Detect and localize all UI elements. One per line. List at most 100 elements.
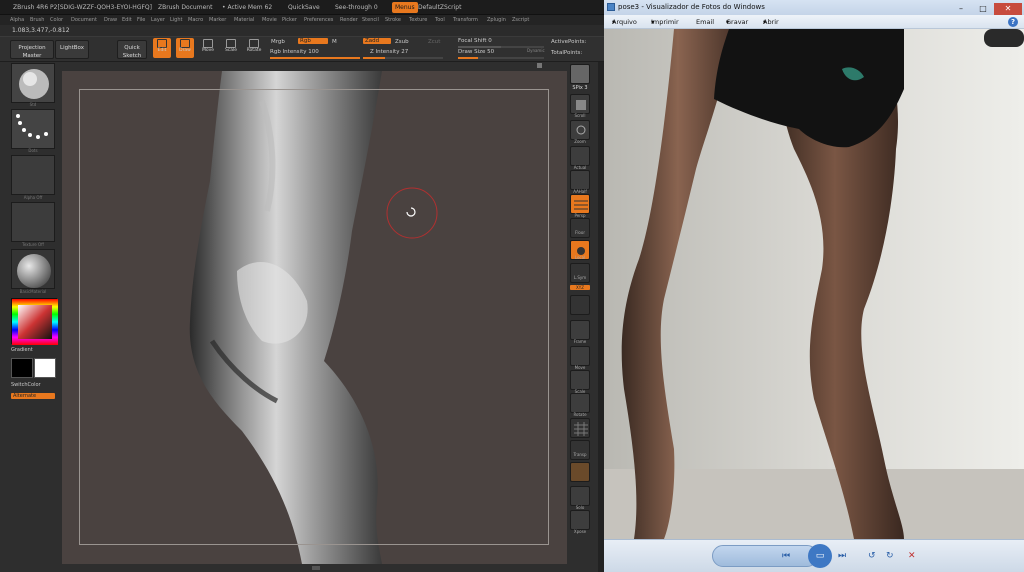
menu-marker[interactable]: Marker bbox=[209, 15, 226, 25]
solo-button[interactable] bbox=[570, 486, 590, 506]
zcut-toggle[interactable]: Zcut bbox=[428, 39, 440, 45]
menu-imprimir[interactable]: Imprimir ▾ bbox=[651, 15, 679, 29]
polyf-button[interactable] bbox=[570, 418, 590, 438]
menu-material[interactable]: Material bbox=[234, 15, 254, 25]
mrgb-toggle[interactable]: Mrgb bbox=[271, 39, 285, 45]
menus-button[interactable]: Menus bbox=[392, 2, 418, 13]
main-color-swatch[interactable] bbox=[11, 358, 33, 378]
canvas-bottom-handle[interactable] bbox=[312, 566, 320, 570]
secondary-color-swatch[interactable] bbox=[34, 358, 56, 378]
menu-edit[interactable]: Edit bbox=[122, 15, 132, 25]
menu-color[interactable]: Color bbox=[50, 15, 63, 25]
rgb-toggle[interactable]: Rgb bbox=[298, 38, 328, 44]
z-intensity-track[interactable] bbox=[363, 57, 443, 59]
menu-gravar[interactable]: Gravar ▾ bbox=[726, 15, 748, 29]
frame-button[interactable] bbox=[570, 320, 590, 340]
rgb-intensity-slider[interactable]: Rgb Intensity 100 bbox=[270, 49, 319, 55]
next-button[interactable]: ⏭ bbox=[838, 548, 846, 564]
menu-movie[interactable]: Movie bbox=[262, 15, 277, 25]
menu-document[interactable]: Document bbox=[71, 15, 97, 25]
menu-transform[interactable]: Transform bbox=[453, 15, 478, 25]
maximize-button[interactable]: □ bbox=[972, 3, 994, 15]
xpose-button[interactable] bbox=[570, 510, 590, 530]
ghost-button[interactable] bbox=[570, 462, 590, 482]
lsym-button[interactable] bbox=[570, 263, 590, 283]
menu-email[interactable]: Email bbox=[696, 15, 714, 29]
draw-mode-button[interactable]: Draw bbox=[176, 38, 194, 58]
focal-shift-slider[interactable]: Focal Shift 0 bbox=[458, 38, 492, 44]
menu-draw[interactable]: Draw bbox=[104, 15, 117, 25]
zoom-icon bbox=[576, 125, 586, 135]
actual-button[interactable] bbox=[570, 146, 590, 166]
menu-alpha[interactable]: Alpha bbox=[10, 15, 24, 25]
m-toggle[interactable]: M bbox=[332, 39, 337, 45]
dynamic-toggle[interactable]: Dynamic bbox=[527, 48, 545, 53]
menu-abrir[interactable]: Abrir ▾ bbox=[763, 15, 779, 29]
draw-size-track[interactable] bbox=[458, 57, 544, 59]
canvas-footer bbox=[62, 564, 567, 572]
zsub-toggle[interactable]: Zsub bbox=[395, 39, 409, 45]
menu-texture[interactable]: Texture bbox=[409, 15, 427, 25]
alpha-thumbnail[interactable] bbox=[11, 155, 55, 195]
menu-zplugin[interactable]: Zplugin bbox=[487, 15, 506, 25]
floor-button[interactable] bbox=[570, 218, 590, 238]
menu-tool[interactable]: Tool bbox=[435, 15, 445, 25]
lightbox-button[interactable]: LightBox bbox=[55, 40, 89, 59]
rgb-intensity-track[interactable] bbox=[270, 57, 360, 59]
persp-button[interactable] bbox=[570, 194, 590, 214]
switch-color-button[interactable]: SwitchColor bbox=[11, 382, 41, 388]
help-icon[interactable]: ? bbox=[1008, 17, 1018, 27]
xyz-toggle[interactable]: XYZ bbox=[570, 285, 590, 290]
default-zscript-button[interactable]: DefaultZScript bbox=[418, 0, 461, 14]
canvas-menu-icon[interactable] bbox=[537, 63, 542, 68]
aahalf-button[interactable] bbox=[570, 170, 590, 190]
draw-size-slider[interactable]: Draw Size 50 bbox=[458, 49, 494, 55]
menu-light[interactable]: Light bbox=[170, 15, 182, 25]
menu-picker[interactable]: Picker bbox=[282, 15, 297, 25]
scale-mode-button[interactable]: Scale bbox=[222, 38, 240, 58]
close-button[interactable]: ✕ bbox=[994, 3, 1022, 15]
color-picker[interactable] bbox=[11, 298, 58, 345]
projection-master-button[interactable]: Projection Master bbox=[10, 40, 54, 59]
delete-button[interactable]: ✕ bbox=[908, 548, 916, 564]
photo-viewer-window: pose3 - Visualizador de Fotos do Windows… bbox=[604, 0, 1024, 572]
previous-button[interactable]: ⏮ bbox=[782, 548, 790, 564]
menu-brush[interactable]: Brush bbox=[30, 15, 44, 25]
menu-stroke[interactable]: Stroke bbox=[385, 15, 401, 25]
menu-preferences[interactable]: Preferences bbox=[304, 15, 333, 25]
zadd-toggle[interactable]: Zadd bbox=[363, 38, 391, 44]
z-intensity-slider[interactable]: Z Intensity 27 bbox=[370, 49, 408, 55]
material-thumbnail[interactable] bbox=[11, 249, 55, 289]
alternate-button[interactable]: Alternate bbox=[11, 393, 55, 399]
stroke-thumbnail[interactable] bbox=[11, 109, 55, 149]
rotate-axis-button[interactable] bbox=[570, 295, 590, 315]
see-through-slider[interactable]: See-through 0 bbox=[335, 0, 378, 14]
scroll-button[interactable] bbox=[570, 94, 590, 114]
scale-button[interactable] bbox=[570, 370, 590, 390]
slideshow-button[interactable]: ▭ bbox=[808, 544, 832, 568]
rotate-right-button[interactable]: ↻ bbox=[886, 548, 894, 564]
transp-button[interactable] bbox=[570, 440, 590, 460]
menu-zscript[interactable]: Zscript bbox=[512, 15, 529, 25]
rotate-mode-button[interactable]: Rotate bbox=[245, 38, 263, 58]
quick-sketch-button[interactable]: Quick Sketch bbox=[117, 40, 147, 59]
zoom-button[interactable] bbox=[570, 120, 590, 140]
bpr-render-button[interactable] bbox=[570, 64, 590, 84]
menu-macro[interactable]: Macro bbox=[188, 15, 203, 25]
menu-stencil[interactable]: Stencil bbox=[362, 15, 379, 25]
menu-arquivo[interactable]: Arquivo ▾ bbox=[612, 15, 637, 29]
gradient-toggle[interactable]: Gradient bbox=[11, 347, 33, 353]
menu-layer[interactable]: Layer bbox=[151, 15, 165, 25]
rotate-button[interactable] bbox=[570, 393, 590, 413]
edit-mode-button[interactable]: Edit bbox=[153, 38, 171, 58]
minimize-button[interactable]: – bbox=[950, 3, 972, 15]
document-canvas[interactable] bbox=[62, 71, 567, 564]
move-button[interactable] bbox=[570, 346, 590, 366]
texture-thumbnail[interactable] bbox=[11, 202, 55, 242]
brush-thumbnail[interactable] bbox=[11, 63, 55, 103]
move-mode-button[interactable]: Move bbox=[199, 38, 217, 58]
menu-file[interactable]: File bbox=[137, 15, 145, 25]
rotate-left-button[interactable]: ↺ bbox=[868, 548, 876, 564]
menu-render[interactable]: Render bbox=[340, 15, 358, 25]
quicksave-button[interactable]: QuickSave bbox=[288, 0, 320, 14]
